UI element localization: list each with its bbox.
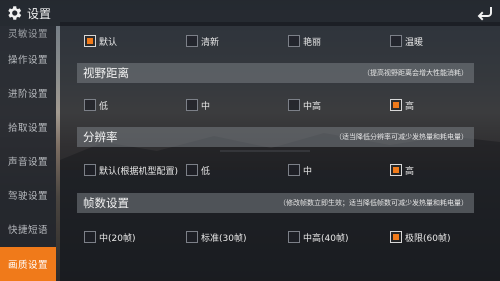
style-option-fresh[interactable]: 清新 <box>186 34 219 48</box>
checkbox[interactable] <box>390 164 402 176</box>
back-button[interactable] <box>474 2 496 24</box>
option-label: 标准(30帧) <box>201 233 247 244</box>
option-label: 中高(40帧) <box>303 233 349 244</box>
style-option-warm[interactable]: 温暖 <box>390 34 423 48</box>
sidebar-item-sound[interactable]: 声音设置 <box>0 144 56 178</box>
frame-rate-20[interactable]: 中(20帧) <box>84 230 135 244</box>
checkbox[interactable] <box>288 99 300 111</box>
sidebar-item-label: 画质设置 <box>7 260 48 271</box>
gear-icon <box>3 2 25 24</box>
section-title: 帧数设置 <box>83 196 129 210</box>
resolution-low[interactable]: 低 <box>186 163 210 177</box>
checkbox[interactable] <box>390 231 402 243</box>
section-title: 分辨率 <box>83 130 118 144</box>
checkbox[interactable] <box>288 164 300 176</box>
view-distance-header: 视野距离 （提高视野距离会增大性能消耗） <box>77 63 474 83</box>
checkbox[interactable] <box>84 35 96 47</box>
frame-rate-30[interactable]: 标准(30帧) <box>186 230 246 244</box>
option-label: 清新 <box>201 37 220 48</box>
style-option-default[interactable]: 默认 <box>84 34 117 48</box>
style-option-vivid[interactable]: 艳丽 <box>288 34 321 48</box>
section-note: （修改帧数立即生效；适当降低帧数可减少发热量和耗电量） <box>279 199 468 207</box>
section-note: （提高视野距离会增大性能消耗） <box>363 69 468 77</box>
option-label: 艳丽 <box>303 37 322 48</box>
view-distance-low[interactable]: 低 <box>84 98 108 112</box>
checkbox[interactable] <box>186 164 198 176</box>
page-title: 设置 <box>27 7 52 21</box>
resolution-default[interactable]: 默认(根据机型配置) <box>84 163 178 177</box>
view-distance-medium[interactable]: 中 <box>186 98 210 112</box>
sidebar-item-label: 驾驶设置 <box>7 191 48 202</box>
option-label: 低 <box>99 101 109 112</box>
resolution-header: 分辨率 （适当降低分辨率可减少发热量和耗电量） <box>77 127 474 147</box>
sidebar-item-label: 快捷短语 <box>7 225 48 236</box>
resolution-high[interactable]: 高 <box>390 163 414 177</box>
checkbox[interactable] <box>84 99 96 111</box>
sidebar-item-controls[interactable]: 操作设置 <box>0 42 56 76</box>
sidebar-item-label: 灵敏设置 <box>7 29 48 40</box>
option-label: 极限(60帧) <box>405 233 451 244</box>
checkbox[interactable] <box>84 231 96 243</box>
sidebar-item-label: 进阶设置 <box>7 89 48 100</box>
back-arrow-icon <box>477 7 492 21</box>
sidebar-item-graphics[interactable]: 画质设置 <box>0 247 56 281</box>
view-distance-high[interactable]: 高 <box>390 98 414 112</box>
option-label: 默认(根据机型配置) <box>99 166 179 177</box>
section-title: 视野距离 <box>83 66 129 80</box>
view-distance-medium-high[interactable]: 中高 <box>288 98 321 112</box>
frame-rate-40[interactable]: 中高(40帧) <box>288 230 348 244</box>
option-label: 中 <box>303 166 313 177</box>
top-bar: 设置 <box>0 0 500 26</box>
sidebar-item-quick-chat[interactable]: 快捷短语 <box>0 212 56 246</box>
option-label: 高 <box>405 101 415 112</box>
option-label: 中 <box>201 101 211 112</box>
checkbox[interactable] <box>390 35 402 47</box>
sidebar: 灵敏设置 操作设置 进阶设置 拾取设置 声音设置 驾驶设置 快捷短语 画质设置 <box>0 26 56 281</box>
sidebar-item-label: 声音设置 <box>7 157 48 168</box>
frame-rate-header: 帧数设置 （修改帧数立即生效；适当降低帧数可减少发热量和耗电量） <box>77 193 474 213</box>
section-note: （适当降低分辨率可减少发热量和耗电量） <box>335 133 468 141</box>
checkbox[interactable] <box>186 99 198 111</box>
checkbox[interactable] <box>288 231 300 243</box>
checkbox[interactable] <box>390 99 402 111</box>
sidebar-item-pickup[interactable]: 拾取设置 <box>0 110 56 144</box>
sidebar-item-sensitivity[interactable]: 灵敏设置 <box>0 26 56 40</box>
resolution-medium[interactable]: 中 <box>288 163 312 177</box>
frame-rate-60[interactable]: 极限(60帧) <box>390 230 450 244</box>
sidebar-item-label: 拾取设置 <box>7 123 48 134</box>
sidebar-item-advanced[interactable]: 进阶设置 <box>0 76 56 110</box>
option-label: 温暖 <box>405 37 424 48</box>
checkbox[interactable] <box>288 35 300 47</box>
option-label: 中(20帧) <box>99 233 136 244</box>
option-label: 中高 <box>303 101 322 112</box>
sidebar-item-label: 操作设置 <box>7 55 48 66</box>
checkbox[interactable] <box>186 231 198 243</box>
checkbox[interactable] <box>186 35 198 47</box>
option-label: 默认 <box>99 37 118 48</box>
checkbox[interactable] <box>84 164 96 176</box>
sidebar-item-driving[interactable]: 驾驶设置 <box>0 178 56 212</box>
option-label: 低 <box>201 166 211 177</box>
option-label: 高 <box>405 166 415 177</box>
